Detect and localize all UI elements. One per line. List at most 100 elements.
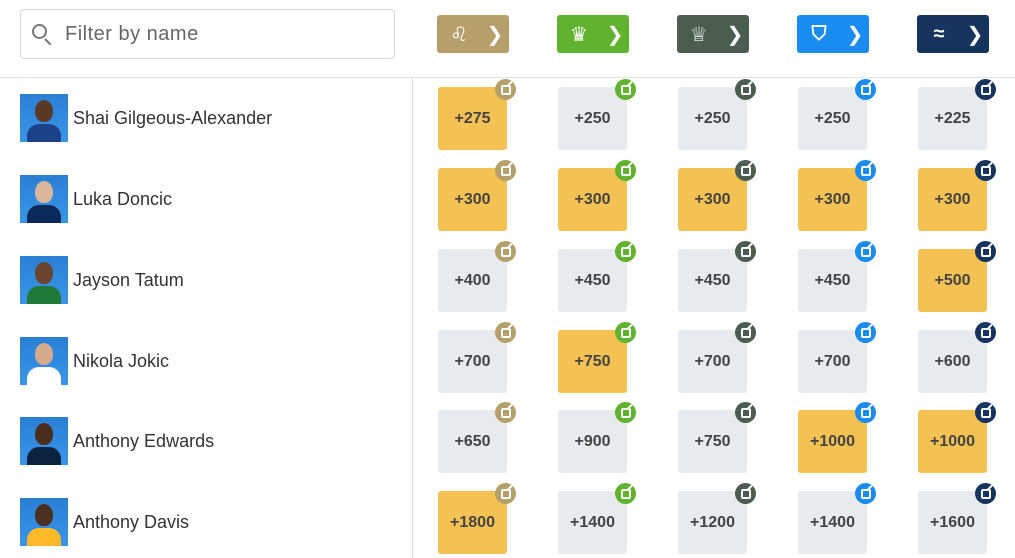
odds-cell-fanduel[interactable]: +250 [798, 79, 876, 150]
external-link-icon[interactable] [735, 322, 756, 343]
odds-cell-fanduel[interactable]: +450 [798, 241, 876, 312]
external-link-icon[interactable] [975, 322, 996, 343]
external-link-icon[interactable] [735, 483, 756, 504]
player-row[interactable]: Anthony Davis [20, 498, 410, 546]
odds-value: +450 [814, 271, 851, 289]
odds-value: +1400 [810, 513, 855, 531]
column-divider [412, 78, 413, 558]
external-link-icon[interactable] [855, 402, 876, 423]
external-link-icon[interactable] [975, 402, 996, 423]
odds-value: +450 [694, 271, 731, 289]
odds-value: +250 [574, 109, 611, 127]
odds-cell-betrivers[interactable]: +225 [918, 79, 996, 150]
odds-value: +250 [694, 109, 731, 127]
book-header-betrivers[interactable]: ≈ ❯ [917, 15, 989, 53]
external-link-icon[interactable] [975, 79, 996, 100]
odds-cell-fanduel[interactable]: +300 [798, 160, 876, 231]
external-link-icon[interactable] [975, 160, 996, 181]
external-link-icon[interactable] [495, 483, 516, 504]
chevron-right-icon: ❯ [486, 23, 504, 46]
external-link-icon[interactable] [615, 322, 636, 343]
odds-cell-fanduel[interactable]: +700 [798, 322, 876, 393]
external-link-icon[interactable] [975, 483, 996, 504]
odds-cell-betmgm[interactable]: +1800 [438, 483, 516, 554]
external-link-icon[interactable] [735, 160, 756, 181]
odds-value: +275 [454, 109, 491, 127]
external-link-icon[interactable] [495, 160, 516, 181]
book-header-betmgm[interactable]: ♌ ❯ [437, 15, 509, 53]
crown-icon: ♛ [570, 23, 588, 46]
odds-cell-caesars[interactable]: +450 [678, 241, 756, 312]
player-avatar [20, 417, 68, 465]
odds-value: +300 [694, 190, 731, 208]
external-link-icon[interactable] [855, 483, 876, 504]
external-link-icon[interactable] [855, 241, 876, 262]
book-header-fanduel[interactable]: ⛉ ❯ [797, 15, 869, 53]
odds-cell-betmgm[interactable]: +300 [438, 160, 516, 231]
external-link-icon[interactable] [615, 483, 636, 504]
external-link-icon[interactable] [615, 79, 636, 100]
odds-cell-betrivers[interactable]: +1600 [918, 483, 996, 554]
external-link-icon[interactable] [735, 241, 756, 262]
odds-cell-fanduel[interactable]: +1000 [798, 402, 876, 473]
odds-cell-betmgm[interactable]: +700 [438, 322, 516, 393]
odds-cell-betrivers[interactable]: +300 [918, 160, 996, 231]
search-input[interactable] [65, 22, 365, 46]
player-avatar [20, 94, 68, 142]
external-link-icon[interactable] [615, 241, 636, 262]
player-row[interactable]: Shai Gilgeous-Alexander [20, 94, 410, 142]
external-link-icon[interactable] [735, 402, 756, 423]
book-header-caesars[interactable]: ♕ ❯ [677, 15, 749, 53]
odds-cell-caesars[interactable]: +300 [678, 160, 756, 231]
book-header-draftkings[interactable]: ♛ ❯ [557, 15, 629, 53]
chevron-right-icon: ❯ [966, 23, 984, 46]
odds-cell-betmgm[interactable]: +275 [438, 79, 516, 150]
chevron-right-icon: ❯ [846, 23, 864, 46]
odds-cell-draftkings[interactable]: +300 [558, 160, 636, 231]
odds-cell-draftkings[interactable]: +750 [558, 322, 636, 393]
player-row[interactable]: Jayson Tatum [20, 256, 410, 304]
external-link-icon[interactable] [495, 402, 516, 423]
odds-cell-betmgm[interactable]: +400 [438, 241, 516, 312]
player-row[interactable]: Nikola Jokic [20, 337, 410, 385]
player-name: Jayson Tatum [73, 269, 184, 290]
external-link-icon[interactable] [855, 160, 876, 181]
odds-value: +1200 [690, 513, 735, 531]
lion-icon: ♌ [450, 23, 468, 46]
external-link-icon[interactable] [975, 241, 996, 262]
player-row[interactable]: Anthony Edwards [20, 417, 410, 465]
external-link-icon[interactable] [495, 322, 516, 343]
player-avatar [20, 256, 68, 304]
odds-cell-fanduel[interactable]: +1400 [798, 483, 876, 554]
odds-cell-draftkings[interactable]: +450 [558, 241, 636, 312]
odds-cell-caesars[interactable]: +250 [678, 79, 756, 150]
external-link-icon[interactable] [615, 160, 636, 181]
player-name: Luka Doncic [73, 188, 173, 209]
odds-cell-caesars[interactable]: +1200 [678, 483, 756, 554]
odds-cell-caesars[interactable]: +700 [678, 322, 756, 393]
odds-value: +1400 [570, 513, 615, 531]
odds-cell-betrivers[interactable]: +1000 [918, 402, 996, 473]
external-link-icon[interactable] [615, 402, 636, 423]
player-row[interactable]: Luka Doncic [20, 175, 410, 223]
external-link-icon[interactable] [855, 322, 876, 343]
external-link-icon[interactable] [855, 79, 876, 100]
odds-value: +900 [574, 432, 611, 450]
external-link-icon[interactable] [735, 79, 756, 100]
odds-cell-draftkings[interactable]: +250 [558, 79, 636, 150]
external-link-icon[interactable] [495, 241, 516, 262]
odds-cell-betrivers[interactable]: +500 [918, 241, 996, 312]
player-avatar [20, 337, 68, 385]
odds-value: +300 [574, 190, 611, 208]
odds-cell-betrivers[interactable]: +600 [918, 322, 996, 393]
external-link-icon[interactable] [495, 79, 516, 100]
odds-cell-draftkings[interactable]: +900 [558, 402, 636, 473]
odds-cell-caesars[interactable]: +750 [678, 402, 756, 473]
odds-value: +1600 [930, 513, 975, 531]
shield-icon: ⛉ [811, 22, 827, 45]
odds-cell-betmgm[interactable]: +650 [438, 402, 516, 473]
search-box[interactable] [20, 9, 395, 59]
odds-value: +600 [934, 352, 971, 370]
odds-value: +750 [694, 432, 731, 450]
odds-cell-draftkings[interactable]: +1400 [558, 483, 636, 554]
